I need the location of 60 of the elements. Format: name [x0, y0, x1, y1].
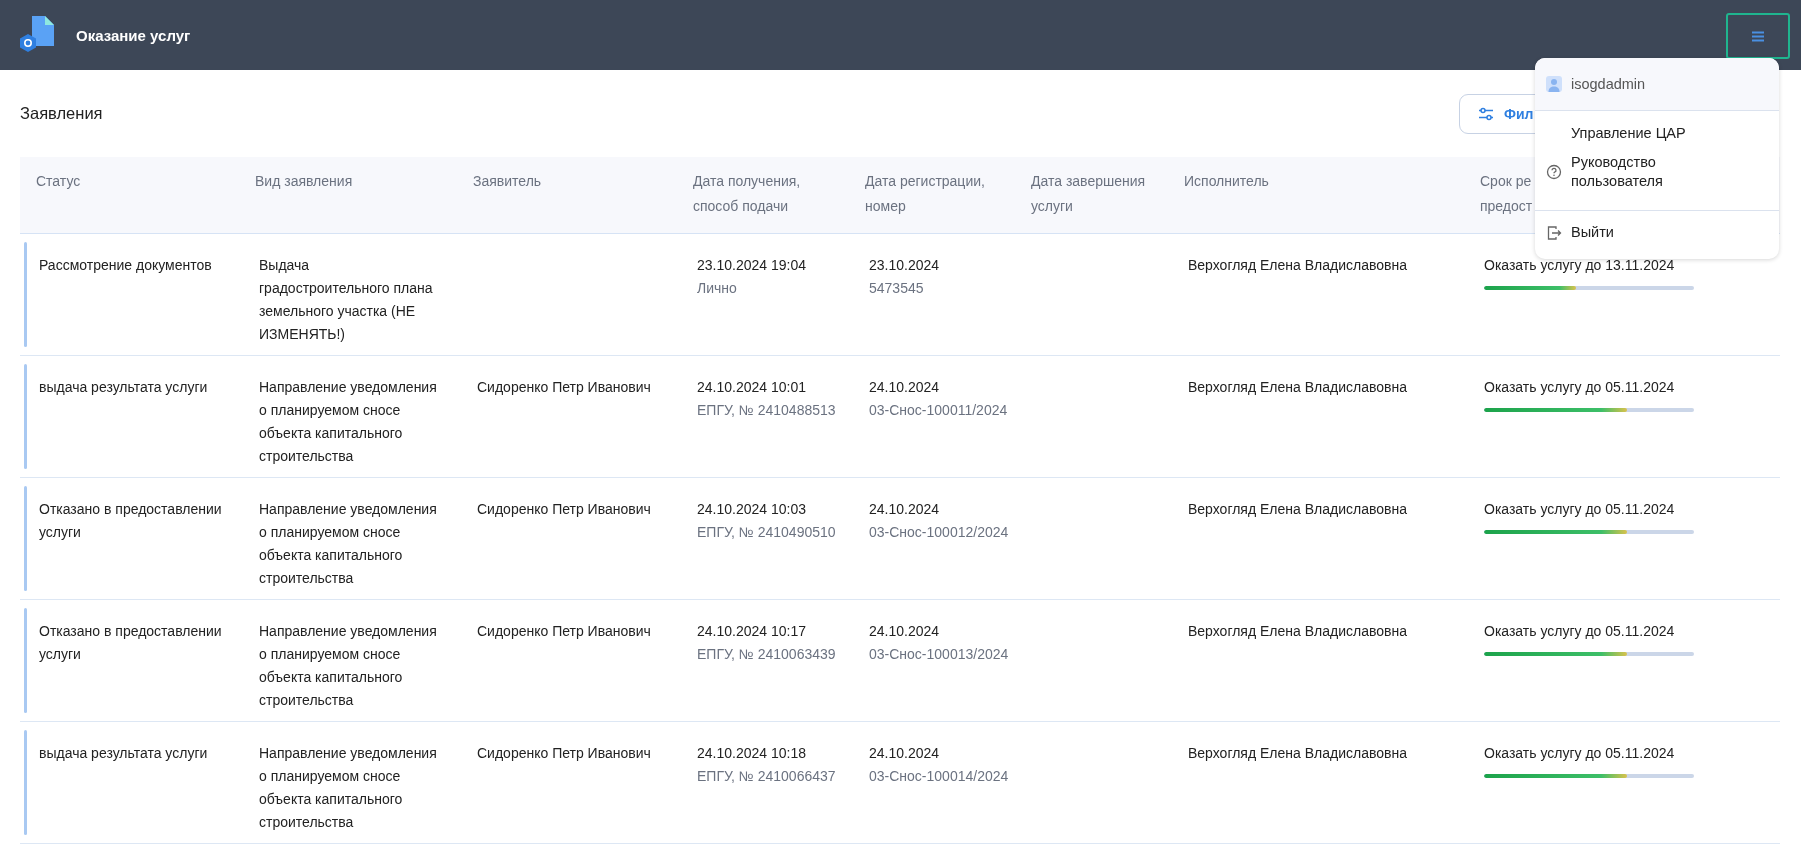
registration-date: 24.10.2024 — [869, 622, 940, 641]
username: isogdadmin — [1571, 76, 1646, 92]
status-text: Рассмотрение документов — [39, 256, 212, 275]
avatar-icon — [1546, 76, 1562, 92]
performer-name: Верхогляд Елена Владиславовна — [1188, 257, 1407, 273]
status-text: Отказано в предоставлении услуги — [39, 622, 223, 664]
registration-date: 23.10.2024 — [869, 256, 940, 275]
submission-method: ЕПГУ, № 2410488513 — [697, 401, 836, 420]
deadline-text: Оказать услугу до 05.11.2024 — [1484, 378, 1675, 397]
application-type: Направление уведомления о планируемом сносе объекта капитального строительства — [259, 622, 437, 710]
registration-number: 03-Снос-100014/2024 — [869, 767, 1009, 786]
submission-method: ЕПГУ, № 2410490510 — [697, 523, 836, 542]
menu-item[interactable]: Управление ЦАР — [1535, 119, 1779, 148]
application-type: Направление уведомления о планируемом сносе объекта капитального строительства — [259, 378, 437, 466]
applicant-name: Сидоренко Петр Иванович — [477, 745, 651, 761]
submission-method: ЕПГУ, № 2410063439 — [697, 645, 836, 664]
submission-method: ЕПГУ, № 2410066437 — [697, 767, 836, 786]
deadline-text: Оказать услугу до 13.11.2024 — [1484, 256, 1675, 275]
application-type: Направление уведомления о планируемом сносе объекта капитального строительства — [259, 744, 437, 832]
applicant-name: Сидоренко Петр Иванович — [477, 501, 651, 517]
registration-number: 03-Снос-100013/2024 — [869, 645, 1009, 664]
applicant-name: Сидоренко Петр Иванович — [477, 623, 651, 639]
registration-number: 5473545 — [869, 279, 924, 298]
logout-icon — [1546, 224, 1562, 241]
page-title: Заявления — [20, 104, 103, 123]
sliders-icon — [1478, 106, 1494, 121]
menu-icon — [1751, 30, 1765, 42]
column-header: Дата получения, способ подачи — [677, 157, 849, 234]
registration-date: 24.10.2024 — [869, 500, 940, 519]
app-title: Оказание услуг — [76, 26, 191, 44]
registration-date: 24.10.2024 — [869, 378, 940, 397]
help-icon — [1546, 164, 1562, 180]
received-date: 24.10.2024 10:01 — [697, 378, 806, 397]
deadline-text: Оказать услугу до 05.11.2024 — [1484, 500, 1675, 519]
submission-method: Лично — [697, 279, 737, 298]
status-text: выдача результата услуги — [39, 378, 208, 397]
received-date: 24.10.2024 10:03 — [697, 500, 806, 519]
performer-name: Верхогляд Елена Владиславовна — [1188, 623, 1407, 639]
deadline-text: Оказать услугу до 05.11.2024 — [1484, 744, 1675, 763]
applicant-name: Сидоренко Петр Иванович — [477, 379, 651, 395]
status-text: Отказано в предоставлении услуги — [39, 500, 223, 542]
column-header: Дата регистрации, номер — [849, 157, 1015, 234]
application-type: Направление уведомления о планируемом сносе объекта капитального строительства — [259, 500, 437, 588]
received-date: 23.10.2024 19:04 — [697, 256, 806, 275]
received-date: 24.10.2024 10:17 — [697, 622, 806, 641]
registration-number: 03-Снос-100011/2024 — [869, 401, 1008, 420]
column-header: Статус — [20, 157, 239, 234]
status-text: выдача результата услуги — [39, 744, 208, 763]
column-header: Заявитель — [457, 157, 677, 234]
column-header: Исполнитель — [1168, 157, 1464, 234]
application-type: Выдача градостроительного плана земельного участка (НЕ ИЗМЕНЯТЬ!) — [259, 256, 434, 344]
registration-number: 03-Снос-100012/2024 — [869, 523, 1009, 542]
performer-name: Верхогляд Елена Владиславовна — [1188, 379, 1407, 395]
performer-name: Верхогляд Елена Владиславовна — [1188, 501, 1407, 517]
performer-name: Верхогляд Елена Владиславовна — [1188, 745, 1407, 761]
column-header: Вид заявления — [239, 157, 457, 234]
column-header: Дата завершения услуги — [1015, 157, 1168, 234]
deadline-text: Оказать услугу до 05.11.2024 — [1484, 622, 1675, 641]
received-date: 24.10.2024 10:18 — [697, 744, 806, 763]
registration-date: 24.10.2024 — [869, 744, 940, 763]
